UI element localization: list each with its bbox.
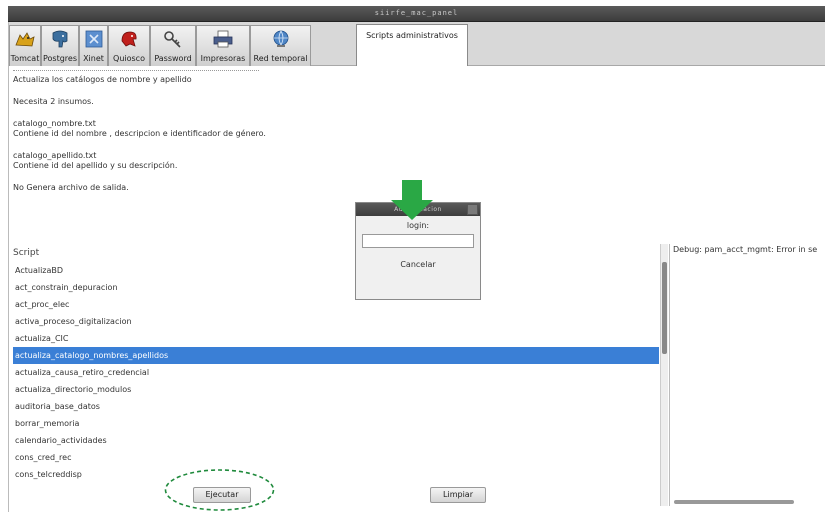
log-panel[interactable]: Debug: pam_acct_mgmt: Error in se	[669, 244, 825, 506]
xinet-icon	[85, 30, 102, 48]
script-list-item[interactable]: cons_telcreddisp	[13, 466, 659, 483]
description-line: Necesita 2 insumos.	[13, 97, 94, 106]
description-line: catalogo_nombre.txt	[13, 119, 96, 128]
cancel-button[interactable]: Cancelar	[356, 260, 480, 269]
tab-label: Red temporal	[253, 54, 308, 63]
description-line: Contiene id del apellido y su descripció…	[13, 161, 178, 170]
tab-scripts-administrativos[interactable]: Scripts administrativos	[356, 24, 468, 66]
script-column-header[interactable]: Script	[13, 248, 39, 258]
script-list[interactable]: ActualizaBD act_constrain_depuracion act…	[13, 262, 659, 506]
key-icon	[164, 31, 181, 48]
script-list-item[interactable]: actualiza_causa_retiro_credencial	[13, 364, 659, 381]
list-scrollbar[interactable]	[660, 244, 668, 506]
tab-bar: Tomcat Postgres Xinet Quiosco Password I…	[9, 22, 825, 66]
tab-impresoras[interactable]: Impresoras	[196, 25, 250, 66]
kiosk-icon	[121, 31, 137, 47]
script-list-item[interactable]: cons_cred_rec	[13, 449, 659, 466]
tab-postgres[interactable]: Postgres	[41, 25, 79, 66]
tab-label: Impresoras	[200, 54, 246, 63]
tab-tomcat[interactable]: Tomcat	[9, 25, 41, 66]
script-list-item[interactable]: actualiza_CIC	[13, 330, 659, 347]
description-line: Contiene id del nombre , descripcion e i…	[13, 129, 266, 138]
close-icon[interactable]	[467, 204, 478, 215]
script-list-item[interactable]: calendario_actividades	[13, 432, 659, 449]
window-title: siirfe_mac_panel	[374, 9, 459, 17]
network-globe-icon	[273, 30, 288, 47]
description-line: Actualiza los catálogos de nombre y apel…	[13, 75, 192, 84]
printer-icon	[213, 30, 233, 48]
log-text: Debug: pam_acct_mgmt: Error in se	[673, 245, 818, 254]
script-list-item[interactable]: activa_proceso_digitalizacion	[13, 313, 659, 330]
annotation-arrow-icon	[391, 180, 433, 220]
login-label: login:	[406, 221, 430, 230]
description-line: No Genera archivo de salida.	[13, 183, 129, 192]
login-input[interactable]	[362, 234, 474, 248]
tab-label: Password	[154, 54, 192, 63]
description-line: catalogo_apellido.txt	[13, 151, 97, 160]
script-list-item-selected[interactable]: actualiza_catalogo_nombres_apellidos	[13, 347, 659, 364]
tab-quiosco[interactable]: Quiosco	[108, 25, 150, 66]
log-horizontal-scrollbar[interactable]	[674, 500, 794, 504]
script-list-item[interactable]: act_constrain_depuracion	[13, 279, 659, 296]
scrollbar-thumb[interactable]	[662, 262, 667, 354]
tab-label: Tomcat	[10, 54, 40, 63]
script-list-item[interactable]: ActualizaBD	[13, 262, 659, 279]
tab-red-temporal[interactable]: Red temporal	[250, 25, 311, 66]
script-list-item[interactable]: borrar_memoria	[13, 415, 659, 432]
script-list-item[interactable]: act_proc_elec	[13, 296, 659, 313]
annotation-dashed-ellipse	[164, 469, 275, 511]
script-list-item[interactable]: actualiza_directorio_modulos	[13, 381, 659, 398]
window-titlebar: siirfe_mac_panel	[8, 6, 825, 22]
divider	[13, 70, 259, 71]
tab-label: Postgres	[42, 54, 78, 63]
tomcat-icon	[15, 32, 35, 47]
tab-xinet[interactable]: Xinet	[79, 25, 108, 66]
tab-label: Xinet	[83, 54, 104, 63]
script-list-item[interactable]: auditoria_base_datos	[13, 398, 659, 415]
tab-label: Quiosco	[113, 54, 145, 63]
clear-button[interactable]: Limpiar	[430, 487, 486, 503]
tab-password[interactable]: Password	[150, 25, 196, 66]
postgres-elephant-icon	[52, 30, 68, 48]
tab-label: Scripts administrativos	[366, 31, 458, 40]
script-description: Actualiza los catálogos de nombre y apel…	[13, 70, 653, 193]
